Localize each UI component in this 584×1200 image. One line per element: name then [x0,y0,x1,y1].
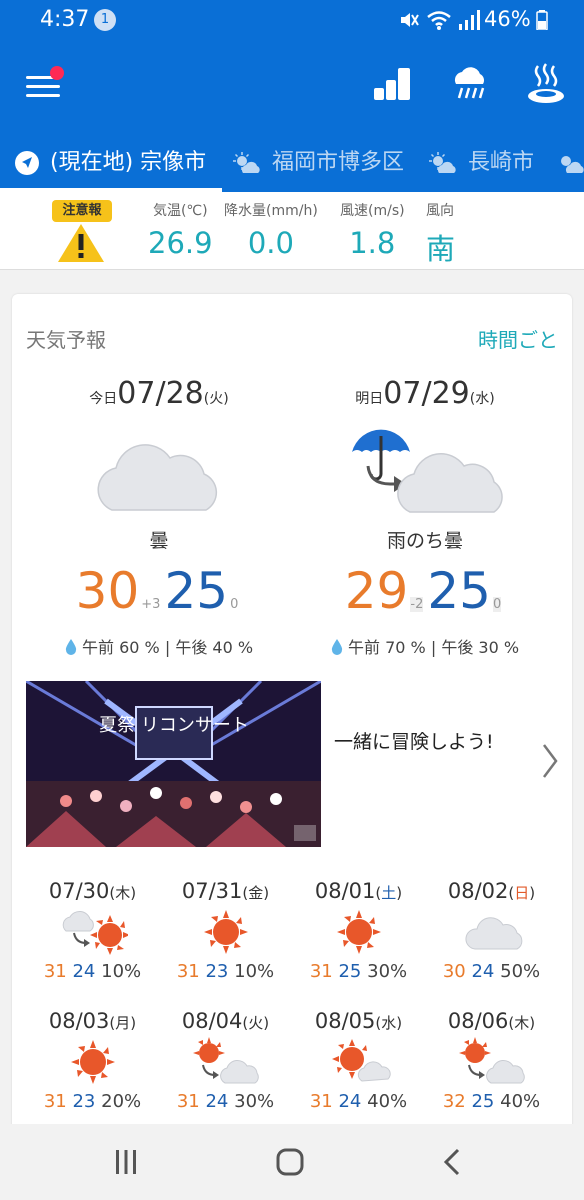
sun-cloud-icon [233,152,260,173]
forecast-card: 天気予報 時間ごと 今日07/28(火) 曇 30 +325 0 午前 60 % |… [12,294,572,1134]
tab-fukuoka-hakata[interactable]: 福岡市博多区 [232,136,404,192]
status-time: 4:37 [40,7,90,32]
tomorrow-date: 明日07/29(水) [355,376,495,411]
location-tabs: (現在地) 宗像市 福岡市博多区 長崎市 [0,136,584,192]
system-nav-bar [0,1124,584,1200]
tab-next-partial[interactable] [556,136,584,192]
week-day[interactable]: 08/05(水) 31 24 40% [292,1009,425,1134]
tomorrow-low: 25 [427,562,491,620]
today-weather: 曇 [149,530,169,552]
tomorrow-weather: 雨のち曇 [386,530,463,552]
app-bar [0,40,584,136]
tomorrow-low-diff: 0 [492,597,502,612]
week-day[interactable]: 08/01(土) 31 25 30% [292,879,425,1009]
cloud-icon [97,444,218,511]
sun-then-cloud-icon [192,1037,259,1084]
tomorrow-rain-chance: 午前 70 % | 午後 30 % [300,634,550,658]
wifi-icon [427,11,451,30]
sun-icon [203,910,248,954]
tomorrow-high-diff: -2 [410,597,424,612]
week-day[interactable]: 07/30(木) 31 24 10% [26,879,159,1009]
precipitation-obs: 降水量(mm/h) 0.0 [224,203,318,260]
precipitation-value: 0.0 [247,226,294,260]
battery-icon [536,10,548,30]
tab-label: 長崎市 [468,150,535,175]
sun-icon [336,910,381,954]
raindrop-icon [65,639,77,655]
location-arrow-icon [15,151,39,175]
forecast-title: 天気予報 [26,328,106,352]
current-observation[interactable]: 注意報 気温(℃) 26.9 降水量(mm/h) 0.0 風速(m/s) 1.8… [0,192,584,270]
sun-then-cloud-icon [458,1037,525,1084]
ad-text[interactable]: 一緒に冒険しよう! [334,727,494,754]
today-low-diff: 0 [230,597,239,612]
week-day[interactable]: 08/06(木) 32 25 40% [425,1009,558,1134]
sun-icon [70,1040,115,1084]
recent-apps-button[interactable] [106,1144,146,1180]
week-day[interactable]: 08/03(月) 31 23 20% [26,1009,159,1134]
tab-current-location[interactable]: (現在地) 宗像市 [14,136,206,192]
sun-cloud-icon [561,156,584,173]
week-day[interactable]: 07/31(金) 31 23 10% [159,879,292,1009]
warning-badge[interactable]: 注意報 [52,200,112,222]
cloud-icon [465,917,522,950]
ad-image[interactable]: 夏祭 リコンサート [26,681,321,847]
tab-label: 福岡市博多区 [272,150,405,175]
sun-cloud-icon [429,152,456,173]
wind-direction-obs: 風向 南 [426,203,456,266]
warning-icon[interactable] [56,222,106,264]
chevron-right-icon[interactable] [540,741,560,781]
battery-percentage: 46% [484,7,531,31]
week-day[interactable]: 08/04(火) 31 24 30% [159,1009,292,1134]
today-date: 今日07/28(火) [89,376,229,411]
tomorrow-temps: 29 -225 0 [300,562,550,620]
temperature-obs: 気温(℃) 26.9 [148,203,213,260]
tomorrow-forecast[interactable]: 明日07/29(水) 雨のち曇 29 -225 0 午前 70 % | 午後 30 … [300,376,550,657]
wind-speed-obs: 風速(m/s) 1.8 [340,203,405,260]
notification-badge: 1 [94,9,116,31]
tomorrow-high: 29 [344,562,409,620]
back-button[interactable] [434,1144,474,1180]
home-button[interactable] [270,1144,310,1180]
raindrop-icon [331,639,343,655]
temperature-value: 26.9 [148,226,213,260]
ad-banner-title: 夏祭 リコンサート [99,715,249,736]
wind-speed-value: 1.8 [349,226,396,260]
onsen-icon[interactable] [524,62,568,106]
today-low: 25 [164,562,229,620]
umbrella-then-cloud-icon [352,429,503,513]
cloud-then-sun-icon [62,911,128,955]
today-high-diff: +3 [141,597,161,612]
tab-label: (現在地) 宗像市 [50,150,207,175]
today-rain-chance: 午前 60 % | 午後 40 % [34,634,284,658]
today-high: 30 [75,562,140,620]
ad-banner[interactable]: 夏祭 リコンサート 一緒に冒険しよう! [26,681,560,847]
today-forecast[interactable]: 今日07/28(火) 曇 30 +325 0 午前 60 % | 午後 40 % [34,376,284,657]
signal-icon [459,10,480,30]
ranking-icon[interactable] [372,62,416,106]
today-temps: 30 +325 0 [34,562,284,620]
menu-notification-dot [50,66,64,80]
wind-direction-value: 南 [426,232,456,266]
rain-cloud-icon[interactable] [448,62,492,106]
hourly-link[interactable]: 時間ごと [478,324,558,353]
sun-with-cloud-icon [331,1039,391,1082]
week-day[interactable]: 08/02(日) 30 24 50% [425,879,558,1009]
status-bar: 4:37 1 46% [0,0,584,40]
tab-nagasaki[interactable]: 長崎市 [428,136,534,192]
mute-icon [401,13,419,27]
